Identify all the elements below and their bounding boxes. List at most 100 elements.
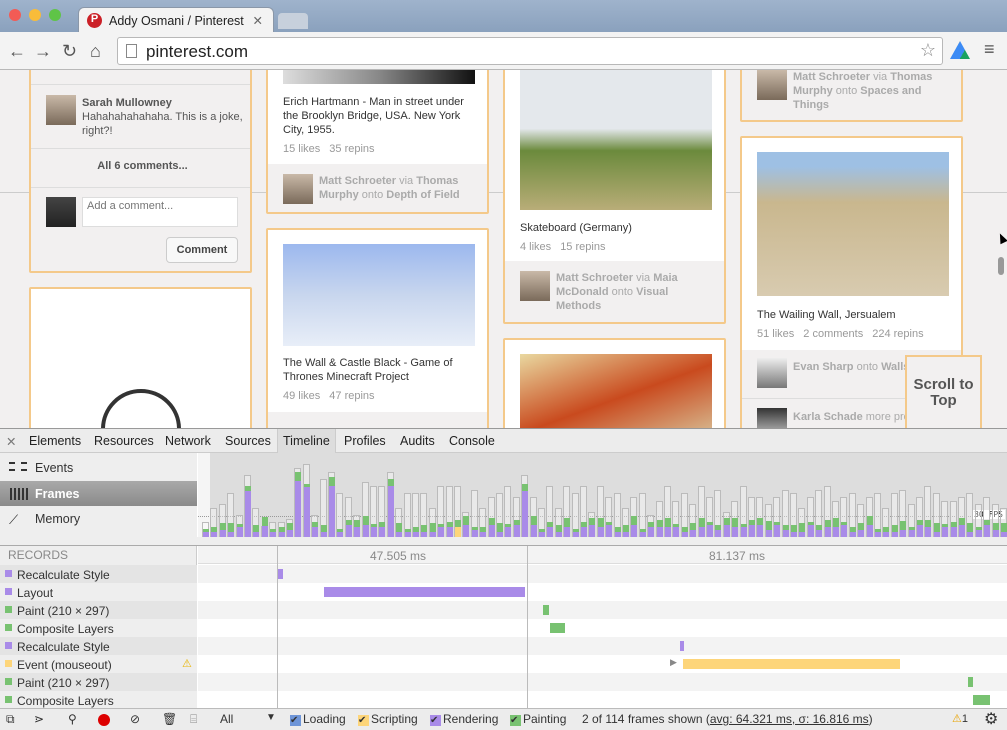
- tab-profiles[interactable]: Profiles: [344, 434, 386, 448]
- tab-resources[interactable]: Resources: [94, 434, 154, 448]
- frame-bar[interactable]: [412, 493, 419, 537]
- pin-image[interactable]: [520, 354, 712, 428]
- frame-bar[interactable]: [983, 497, 991, 537]
- filter-loading-checkbox[interactable]: ✔ Loading: [290, 712, 346, 726]
- frame-bar[interactable]: [714, 489, 722, 537]
- frame-bar[interactable]: [697, 486, 705, 537]
- frame-bar[interactable]: [907, 504, 915, 537]
- frame-bar[interactable]: [260, 517, 268, 537]
- frame-bar[interactable]: [596, 486, 604, 537]
- filter-painting-checkbox[interactable]: ✔ Painting: [510, 712, 566, 726]
- zoom-window-button[interactable]: [49, 9, 61, 21]
- frame-bar[interactable]: [344, 497, 352, 537]
- frame-bar[interactable]: [210, 507, 218, 537]
- frame-bar[interactable]: [529, 497, 537, 537]
- tab-network[interactable]: Network: [165, 434, 211, 448]
- frame-bar[interactable]: [571, 493, 579, 537]
- frame-bar[interactable]: [823, 486, 831, 537]
- search-icon[interactable]: ⚲: [68, 712, 77, 726]
- frame-bar[interactable]: [748, 497, 755, 537]
- record-bar[interactable]: [324, 587, 525, 597]
- frame-bar[interactable]: [991, 504, 999, 537]
- frame-bar[interactable]: [874, 493, 881, 537]
- trash-icon[interactable]: 🗑: [162, 712, 177, 726]
- frame-bar[interactable]: [454, 486, 461, 537]
- frame-bar[interactable]: [361, 482, 369, 537]
- frame-bar[interactable]: [932, 493, 940, 537]
- frame-bar[interactable]: [277, 522, 285, 537]
- frame-bar[interactable]: [336, 493, 344, 537]
- pinner-link[interactable]: Matt Schroeter: [793, 71, 870, 83]
- address-bar[interactable]: pinterest.com ☆: [117, 37, 943, 65]
- frame-bar[interactable]: [949, 500, 957, 537]
- filter-select[interactable]: All ▼: [220, 712, 280, 726]
- frame-bar[interactable]: [428, 507, 436, 537]
- frame-bar[interactable]: [328, 471, 335, 537]
- clear-icon[interactable]: ⊘: [130, 712, 140, 726]
- frame-bar[interactable]: [798, 507, 806, 537]
- frame-bar[interactable]: [311, 515, 319, 537]
- dock-icon[interactable]: ⧉: [6, 712, 15, 727]
- settings-gear-icon[interactable]: ⚙: [984, 709, 998, 729]
- forward-icon[interactable]: →: [34, 41, 52, 62]
- record-bar[interactable]: [680, 641, 684, 651]
- frame-bar[interactable]: [420, 493, 428, 537]
- frame-bar[interactable]: [806, 497, 814, 537]
- frame-bar[interactable]: [899, 489, 907, 537]
- record-bar[interactable]: [278, 569, 283, 579]
- google-drive-icon[interactable]: [950, 41, 970, 59]
- frame-bar[interactable]: [605, 497, 613, 537]
- frame-bar[interactable]: [403, 493, 411, 537]
- frame-bar[interactable]: [647, 515, 655, 537]
- frame-bar[interactable]: [512, 497, 520, 537]
- record-item[interactable]: Recalculate Style: [0, 637, 197, 655]
- frame-bar[interactable]: [445, 486, 453, 537]
- minimize-window-button[interactable]: [29, 9, 41, 21]
- menu-icon[interactable]: ≡: [984, 39, 995, 60]
- frame-bar[interactable]: [470, 489, 478, 537]
- scroll-to-top-button[interactable]: Scroll to Top: [905, 355, 982, 428]
- frames-overview[interactable]: 30 FPS: [198, 453, 1007, 537]
- pinner-link[interactable]: Matt Schroeter: [319, 175, 396, 187]
- reload-icon[interactable]: ↻: [62, 41, 77, 62]
- record-item[interactable]: Layout: [0, 583, 197, 601]
- frame-bar[interactable]: [638, 493, 646, 537]
- frame-bar[interactable]: [437, 486, 445, 537]
- frame-bar[interactable]: [848, 493, 856, 537]
- frame-bar[interactable]: [764, 504, 772, 537]
- frame-bar[interactable]: [1000, 507, 1007, 537]
- frame-bar[interactable]: [202, 522, 209, 537]
- frame-bar[interactable]: [538, 507, 545, 537]
- record-item[interactable]: Recalculate Style: [0, 565, 197, 583]
- frame-bar[interactable]: [630, 497, 638, 537]
- back-icon[interactable]: ←: [8, 41, 26, 62]
- frame-bar[interactable]: [378, 486, 386, 537]
- record-bar[interactable]: [968, 677, 973, 687]
- home-icon[interactable]: ⌂: [90, 41, 101, 62]
- frame-bar[interactable]: [941, 500, 949, 537]
- tab-console[interactable]: Console: [449, 434, 495, 448]
- frame-bar[interactable]: [294, 467, 302, 537]
- frame-bar[interactable]: [319, 478, 327, 537]
- frame-bar[interactable]: [521, 475, 529, 537]
- frame-bar[interactable]: [664, 486, 671, 537]
- tab-timeline[interactable]: Timeline: [277, 429, 336, 453]
- frame-bar[interactable]: [731, 500, 739, 537]
- frame-bar[interactable]: [269, 522, 277, 537]
- close-window-button[interactable]: [9, 9, 21, 21]
- record-item[interactable]: Composite Layers: [0, 691, 197, 709]
- tab-sources[interactable]: Sources: [225, 434, 271, 448]
- frame-bar[interactable]: [680, 493, 688, 537]
- pin-image[interactable]: [283, 244, 475, 346]
- close-tab-icon[interactable]: ✕: [253, 13, 263, 28]
- frame-bar[interactable]: [227, 493, 235, 537]
- filter-rendering-checkbox[interactable]: ✔ Rendering: [430, 712, 498, 726]
- frame-bar[interactable]: [840, 497, 848, 537]
- record-item[interactable]: Paint (210 × 297): [0, 601, 197, 619]
- frame-bar[interactable]: [773, 497, 781, 537]
- frame-bar[interactable]: [974, 504, 982, 537]
- frame-bar[interactable]: [882, 507, 890, 537]
- frame-bar[interactable]: [622, 507, 629, 537]
- frame-bar[interactable]: [689, 504, 697, 537]
- frame-bar[interactable]: [479, 507, 487, 537]
